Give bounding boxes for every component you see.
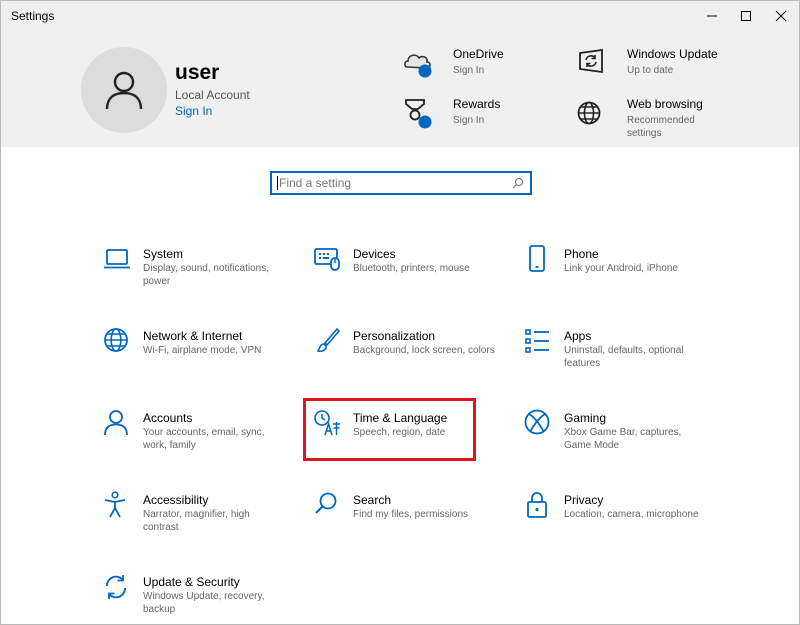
onedrive-title: OneDrive [453, 47, 504, 61]
category-description: Your accounts, email, sync, work, family [143, 427, 265, 451]
category-title: Phone [564, 247, 599, 261]
account-type: Local Account [175, 88, 250, 102]
onedrive-tile[interactable]: OneDrive Sign In [403, 47, 553, 87]
category-description: Windows Update, recovery, backup [143, 591, 265, 615]
keyboard-icon [314, 248, 340, 271]
category-description: Display, sound, notifications, power [143, 263, 269, 287]
globe-icon [104, 328, 128, 352]
category-devices[interactable]: Devices Bluetooth, printers, mouse [313, 245, 503, 315]
avatar[interactable] [81, 47, 167, 133]
rewards-icon [405, 99, 432, 129]
category-title: Accessibility [143, 493, 209, 507]
category-description: Narrator, magnifier, high contrast [143, 509, 250, 533]
onedrive-subtitle: Sign In [453, 65, 485, 76]
category-update-security[interactable]: Update & Security Windows Update, recove… [103, 573, 293, 624]
globe-icon [577, 101, 601, 125]
category-description: Bluetooth, printers, mouse [353, 263, 470, 274]
category-title: Accounts [143, 411, 193, 425]
category-title: Network & Internet [143, 329, 243, 343]
selection-highlight [303, 398, 476, 461]
window-title: Settings [11, 9, 55, 23]
user-name: user [175, 61, 220, 84]
rewards-title: Rewards [453, 97, 501, 111]
category-description: Find my files, permissions [353, 509, 469, 520]
category-personalization[interactable]: Personalization Background, lock screen,… [313, 327, 503, 397]
settings-window: Settings user Local Account Sign In OneD… [0, 0, 800, 625]
category-description: Link your Android, iPhone [564, 263, 678, 274]
category-title: Search [353, 493, 392, 507]
account-header: user Local Account Sign In OneDrive Sign… [1, 31, 799, 147]
category-title: Update & Security [143, 575, 240, 589]
windows-update-icon [579, 48, 603, 74]
category-apps[interactable]: Apps Uninstall, defaults, optional featu… [524, 327, 714, 397]
search-icon [315, 492, 337, 514]
category-title: Apps [564, 329, 592, 343]
sign-in-link[interactable]: Sign In [175, 104, 212, 118]
text-caret [277, 176, 278, 190]
category-title: System [143, 247, 184, 261]
category-title: Devices [353, 247, 396, 261]
category-privacy[interactable]: Privacy Location, camera, microphone [524, 491, 714, 561]
search-placeholder: Find a setting [279, 176, 352, 190]
lock-icon [527, 492, 547, 518]
category-description: Location, camera, microphone [564, 509, 699, 520]
category-description: Wi-Fi, airplane mode, VPN [143, 345, 262, 356]
category-network[interactable]: Network & Internet Wi-Fi, airplane mode,… [103, 327, 293, 397]
close-button[interactable] [759, 1, 799, 31]
xbox-icon [524, 409, 550, 435]
category-phone[interactable]: Phone Link your Android, iPhone [524, 245, 714, 315]
category-description: Xbox Game Bar, captures, Game Mode [564, 427, 682, 451]
rewards-tile[interactable]: Rewards Sign In [403, 97, 553, 137]
search-icon [512, 177, 524, 189]
windows-update-title: Windows Update [627, 47, 718, 61]
brush-icon [316, 327, 341, 353]
web-browsing-tile[interactable]: Web browsing Recommended settings [577, 97, 737, 147]
onedrive-icon [404, 54, 432, 78]
apps-list-icon [525, 329, 549, 353]
person-icon [105, 71, 143, 110]
windows-update-subtitle: Up to date [627, 65, 674, 76]
person-icon [104, 410, 128, 436]
laptop-icon [104, 249, 130, 269]
close-icon [775, 10, 787, 22]
minimize-icon [707, 15, 717, 17]
category-title: Personalization [353, 329, 436, 343]
category-gaming[interactable]: Gaming Xbox Game Bar, captures, Game Mod… [524, 409, 714, 479]
sync-icon [106, 575, 126, 599]
category-system[interactable]: System Display, sound, notifications, po… [103, 245, 293, 315]
category-description: Background, lock screen, colors [353, 345, 495, 356]
search-input[interactable]: Find a setting [270, 171, 532, 195]
category-accessibility[interactable]: Accessibility Narrator, magnifier, high … [103, 491, 293, 561]
web-browsing-subtitle: Recommended settings [627, 115, 695, 139]
title-bar: Settings [1, 1, 799, 31]
maximize-icon [741, 11, 751, 21]
category-description: Uninstall, defaults, optional features [564, 345, 684, 369]
windows-update-tile[interactable]: Windows Update Up to date [577, 47, 737, 87]
phone-icon [529, 245, 545, 272]
accessibility-icon [104, 491, 126, 518]
category-search[interactable]: Search Find my files, permissions [313, 491, 503, 561]
web-browsing-title: Web browsing [627, 97, 703, 111]
category-accounts[interactable]: Accounts Your accounts, email, sync, wor… [103, 409, 293, 479]
rewards-subtitle: Sign In [453, 115, 485, 126]
category-title: Gaming [564, 411, 607, 425]
category-title: Privacy [564, 493, 604, 507]
